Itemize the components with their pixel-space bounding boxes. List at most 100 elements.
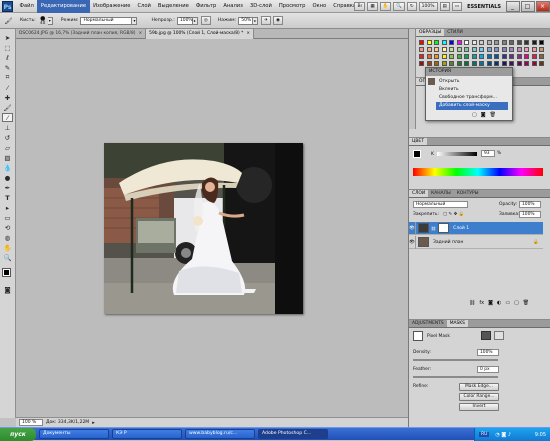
history-brush-tool-icon[interactable]: ↺ [2,133,13,142]
taskbar-item[interactable]: КЭ Р [112,429,182,439]
new-document-icon[interactable]: ▢ [472,112,477,118]
link-layers-icon[interactable]: ⛓ [469,300,475,306]
workspace-switcher[interactable]: ESSENTIALS [463,4,505,10]
tablet-opacity-icon[interactable]: ◎ [200,16,211,25]
clone-stamp-tool-icon[interactable]: ⊥ [2,123,13,132]
type-tool-icon[interactable]: T [2,193,13,202]
color-swatch[interactable] [441,54,447,59]
status-arrow-icon[interactable]: ▸ [92,420,95,426]
color-swatch[interactable] [509,40,514,45]
tab-adjustments[interactable]: ADJUSTMENTS [409,320,447,327]
color-swatch[interactable] [471,40,477,45]
history-snapshot-thumb[interactable] [428,78,435,85]
tab-layers[interactable]: СЛОИ [409,190,429,197]
move-tool-icon[interactable]: ➤ [2,33,13,42]
color-swatch[interactable] [531,47,537,52]
color-swatch[interactable] [501,61,507,66]
color-swatch[interactable] [419,40,424,45]
zoom-level[interactable]: 100% [418,2,438,11]
taskbar-item[interactable]: www.babyblog.ru/c... [185,429,255,439]
color-swatch[interactable] [456,54,462,59]
crop-tool-icon[interactable]: ⌗ [2,73,13,82]
healing-brush-tool-icon[interactable]: ✚ [2,93,13,102]
opacity-field[interactable]: 100% [176,16,193,25]
color-swatch[interactable] [479,47,484,52]
marquee-tool-icon[interactable]: ⬚ [2,43,13,52]
color-swatch[interactable] [426,61,432,66]
bridge-button[interactable]: Br [354,2,366,11]
visibility-eye-icon[interactable]: 👁 [409,221,416,235]
history-item-selected[interactable]: Добавить слой-маску [436,102,508,110]
snapshot-icon[interactable]: ◙ [481,112,486,118]
menu-item[interactable]: Слой [134,0,154,13]
color-swatch[interactable] [419,54,424,59]
layer-mask-thumbnail[interactable] [438,223,450,233]
color-swatch[interactable] [539,54,544,59]
color-swatch[interactable] [486,47,492,52]
tray-icons[interactable]: ◔ ◙ ♪ [495,432,511,438]
color-swatch[interactable] [509,54,514,59]
quick-mask-icon[interactable]: ◙ [2,285,13,294]
color-swatch[interactable] [479,54,484,59]
color-swatch[interactable] [464,61,469,66]
close-button[interactable]: × [535,1,550,12]
color-spectrum[interactable] [413,168,543,176]
tab-paths[interactable]: КОНТУРЫ [454,190,482,197]
k-slider[interactable] [437,152,477,156]
color-swatch[interactable] [501,40,507,45]
blend-mode-select[interactable]: Нормальный [413,201,468,208]
brush-dropdown-arrow[interactable]: ▾ [47,16,53,25]
color-swatch[interactable] [494,47,499,52]
color-swatch[interactable] [479,40,484,45]
zoom-field[interactable]: 100 % [19,419,43,426]
color-swatch[interactable] [426,40,432,45]
color-swatch[interactable] [524,61,529,66]
density-field[interactable]: 100% [477,349,499,356]
visibility-eye-icon[interactable]: 👁 [409,235,416,249]
k-value[interactable]: 93 [481,150,495,157]
color-swatch[interactable] [464,40,469,45]
color-swatch[interactable] [501,54,507,59]
lock-icons[interactable]: ▢ ✎ ✥ 🔒 [443,212,464,217]
color-swatch[interactable] [509,47,514,52]
color-swatch[interactable] [441,47,447,52]
menu-item[interactable]: Выделение [154,0,192,13]
color-swatch[interactable] [434,54,439,59]
history-item[interactable]: Открыть [436,78,508,86]
color-swatch[interactable] [516,61,522,66]
color-swatch[interactable] [456,47,462,52]
color-swatch[interactable] [419,61,424,66]
arrange-docs-icon[interactable]: ▤ [439,2,450,11]
menu-item[interactable]: Изображение [90,0,134,13]
dodge-tool-icon[interactable]: ● [2,173,13,182]
mini-bridge-button[interactable]: ▦ [367,2,378,11]
mode-dropdown-arrow[interactable]: ▾ [132,16,138,25]
color-swatch[interactable] [456,40,462,45]
3d-rotate-tool-icon[interactable]: ⟲ [2,223,13,232]
color-swatch[interactable] [449,54,454,59]
color-swatch[interactable] [531,54,537,59]
pixel-mask-button[interactable] [481,331,491,340]
hand-tool-icon[interactable]: ✋ [2,243,13,252]
color-swatch[interactable] [486,40,492,45]
color-swatch[interactable] [516,54,522,59]
color-swatch[interactable] [441,40,447,45]
feather-slider[interactable] [413,376,498,378]
tab-styles[interactable]: СТИЛИ [444,29,466,36]
color-swatch[interactable] [501,47,507,52]
group-icon[interactable]: ▭ [505,300,510,306]
color-swatch[interactable] [486,54,492,59]
delete-layer-icon[interactable]: 🗑 [523,300,529,306]
menu-item[interactable]: Окно [309,0,330,13]
tablet-size-icon[interactable]: ◉ [272,16,283,25]
color-range-button[interactable]: Color Range... [459,393,499,401]
taskbar-item[interactable]: Документы [39,429,109,439]
color-swatch[interactable] [494,54,499,59]
color-swatch[interactable] [456,61,462,66]
color-swatch[interactable] [471,47,477,52]
color-swatch[interactable] [426,47,432,52]
menu-item[interactable]: Редактирование [37,0,90,13]
language-indicator[interactable]: RU [479,432,490,437]
history-item[interactable]: Вклеить [436,86,508,94]
layer-fill-field[interactable]: 100% [519,211,541,218]
